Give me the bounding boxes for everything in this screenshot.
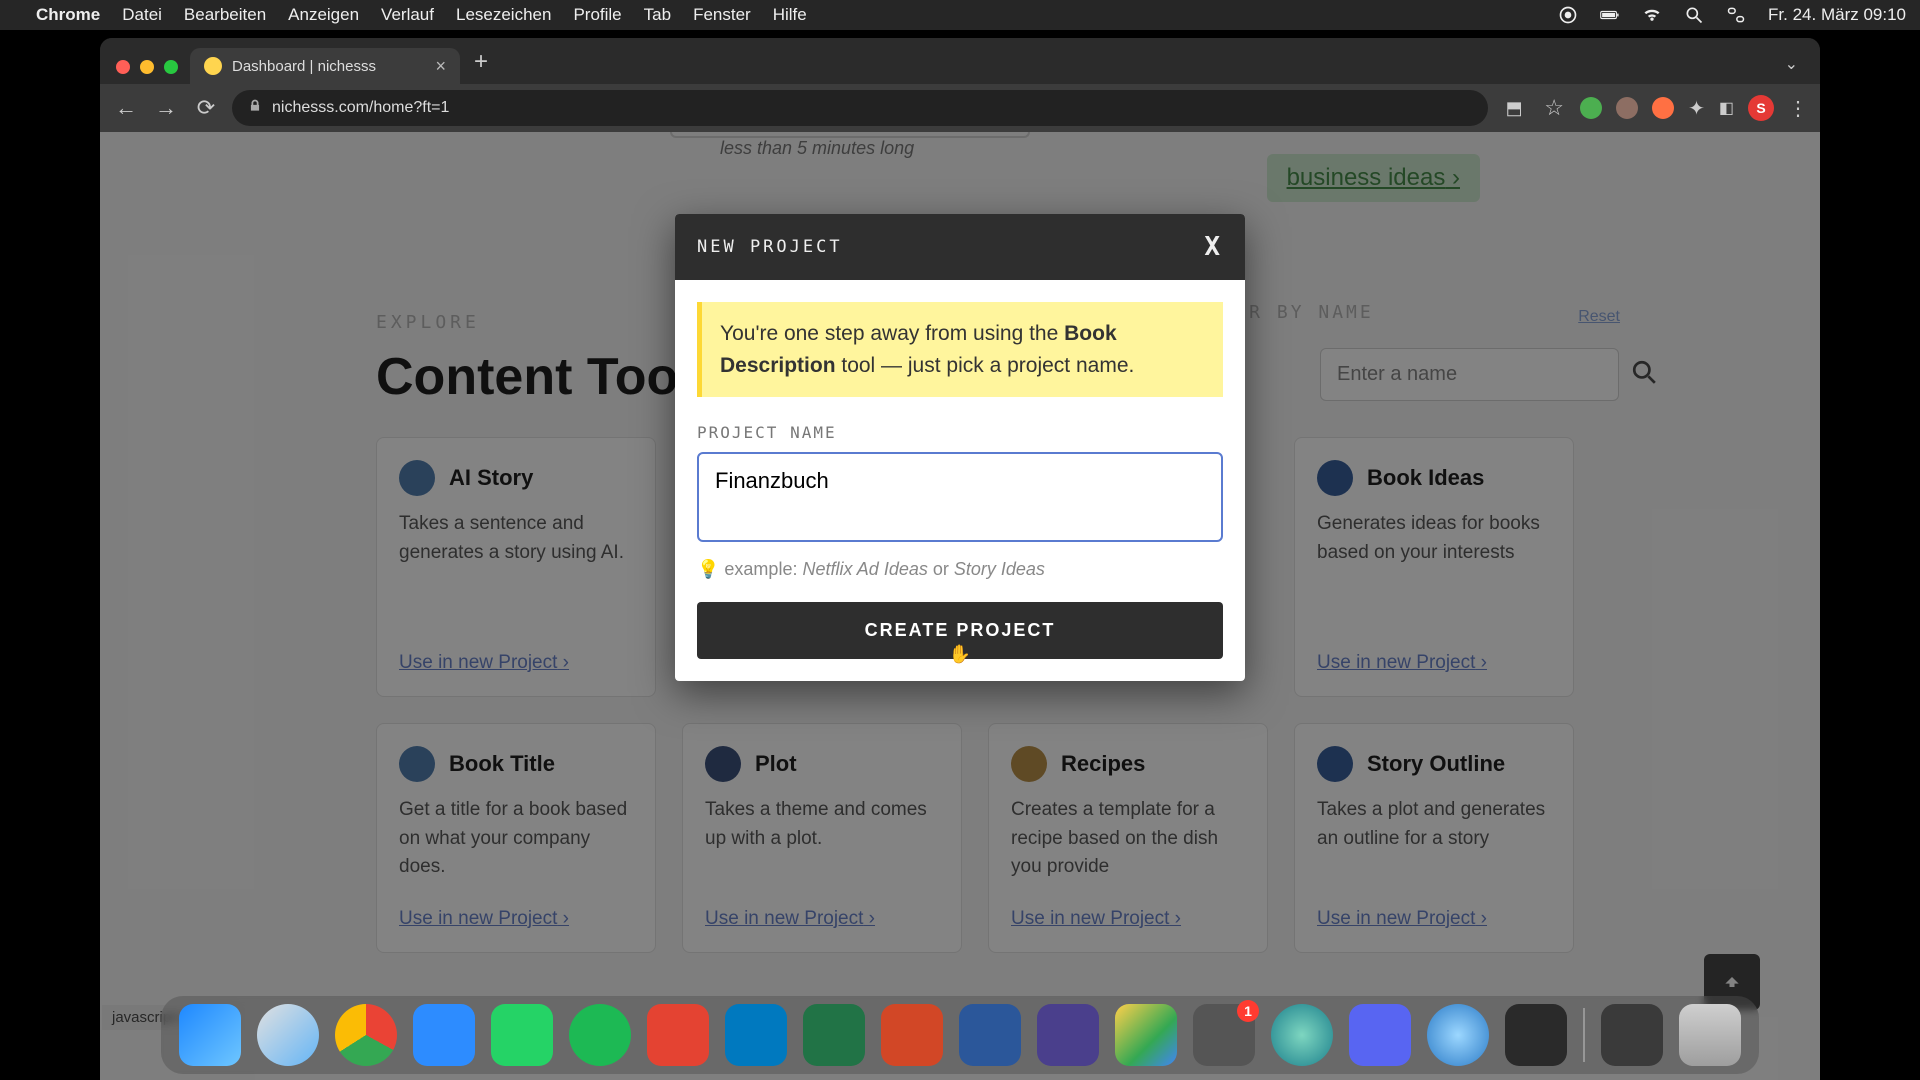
dock-app-word[interactable] [959,1004,1021,1066]
dock-app-settings[interactable]: 1 [1193,1004,1255,1066]
dock-separator [1583,1008,1585,1062]
reload-button[interactable]: ⟳ [192,95,220,121]
dock-app-powerpoint[interactable] [881,1004,943,1066]
side-panel-icon[interactable]: ◧ [1719,98,1734,118]
address-bar[interactable]: nichesss.com/home?ft=1 [232,90,1488,126]
example-text: Story Ideas [954,559,1045,579]
dock-trash[interactable] [1679,1004,1741,1066]
dock-app-discord[interactable] [1349,1004,1411,1066]
screenrecord-icon[interactable] [1558,5,1578,25]
forward-button[interactable]: → [152,95,180,121]
dock-downloads[interactable] [1601,1004,1663,1066]
chrome-tabstrip: Dashboard | nichesss × + ⌄ [100,38,1820,84]
menu-anzeigen[interactable]: Anzeigen [288,5,359,25]
window-zoom-button[interactable] [164,60,178,74]
menu-datei[interactable]: Datei [122,5,162,25]
dock-app-excel[interactable] [803,1004,865,1066]
menu-profile[interactable]: Profile [573,5,621,25]
new-tab-button[interactable]: + [460,48,502,84]
dock-app-imovie[interactable] [1037,1004,1099,1066]
macos-menubar: Chrome Datei Bearbeiten Anzeigen Verlauf… [0,0,1920,30]
dock-app-spotify[interactable] [569,1004,631,1066]
menu-fenster[interactable]: Fenster [693,5,751,25]
dock-app-whatsapp[interactable] [491,1004,553,1066]
menubar-clock[interactable]: Fr. 24. März 09:10 [1768,5,1906,25]
lock-icon [248,99,262,118]
dock-app-safari[interactable] [257,1004,319,1066]
dock-app-zoom[interactable] [413,1004,475,1066]
project-name-input[interactable] [697,452,1223,542]
dock-app-chrome[interactable] [335,1004,397,1066]
dock-app-trello[interactable] [725,1004,787,1066]
modal-close-button[interactable]: X [1204,232,1223,262]
example-text: or [928,559,954,579]
example-text: Netflix Ad Ideas [802,559,927,579]
project-name-label: PROJECT NAME [697,423,1223,442]
install-app-icon[interactable]: ⬒ [1500,98,1528,119]
back-button[interactable]: ← [112,95,140,121]
chrome-window: Dashboard | nichesss × + ⌄ ← → ⟳ nichess… [100,38,1820,1080]
battery-icon[interactable] [1600,5,1620,25]
dock-badge: 1 [1237,1000,1259,1022]
extension-icon[interactable] [1652,97,1674,119]
tab-favicon [204,57,222,75]
profile-avatar[interactable]: S [1748,95,1774,121]
menu-hilfe[interactable]: Hilfe [773,5,807,25]
create-project-button[interactable]: CREATE PROJECT [697,602,1223,659]
example-text: 💡 example: [697,559,802,579]
menu-bearbeiten[interactable]: Bearbeiten [184,5,266,25]
browser-tab[interactable]: Dashboard | nichesss × [190,48,460,84]
dock-app-drive[interactable] [1115,1004,1177,1066]
wifi-icon[interactable] [1642,5,1662,25]
menu-lesezeichen[interactable]: Lesezeichen [456,5,551,25]
window-minimize-button[interactable] [140,60,154,74]
dock-app-audio[interactable] [1505,1004,1567,1066]
dock-app-browser2[interactable] [1427,1004,1489,1066]
extension-icon[interactable] [1616,97,1638,119]
dock-app-finder[interactable] [179,1004,241,1066]
tab-close-icon[interactable]: × [435,56,446,77]
menu-tab[interactable]: Tab [644,5,671,25]
bookmark-star-icon[interactable]: ☆ [1540,95,1568,121]
dock-app-todoist[interactable] [647,1004,709,1066]
url-text: nichesss.com/home?ft=1 [272,99,449,117]
notice-text: tool — just pick a project name. [836,354,1135,377]
page-viewport: less than 5 minutes long business ideas … [100,132,1820,1080]
control-center-icon[interactable] [1726,5,1746,25]
new-project-modal: NEW PROJECT X You're one step away from … [675,214,1245,681]
tab-title: Dashboard | nichesss [232,58,376,75]
menubar-app-name[interactable]: Chrome [36,5,100,25]
example-hint: 💡 example: Netflix Ad Ideas or Story Ide… [697,559,1223,580]
tab-dropdown-icon[interactable]: ⌄ [1773,54,1810,84]
menu-verlauf[interactable]: Verlauf [381,5,434,25]
window-close-button[interactable] [116,60,130,74]
macos-dock: 1 [161,996,1759,1074]
spotlight-icon[interactable] [1684,5,1704,25]
notice-text: You're one step away from using the [720,322,1064,345]
extensions-row: ✦ ◧ S ⋮ [1580,95,1808,121]
extensions-menu-icon[interactable]: ✦ [1688,96,1705,121]
modal-notice: You're one step away from using the Book… [697,302,1223,397]
chrome-toolbar: ← → ⟳ nichesss.com/home?ft=1 ⬒ ☆ ✦ ◧ S ⋮ [100,84,1820,132]
chrome-menu-icon[interactable]: ⋮ [1788,96,1808,121]
modal-title: NEW PROJECT [697,237,843,257]
dock-app-siri[interactable] [1271,1004,1333,1066]
extension-icon[interactable] [1580,97,1602,119]
